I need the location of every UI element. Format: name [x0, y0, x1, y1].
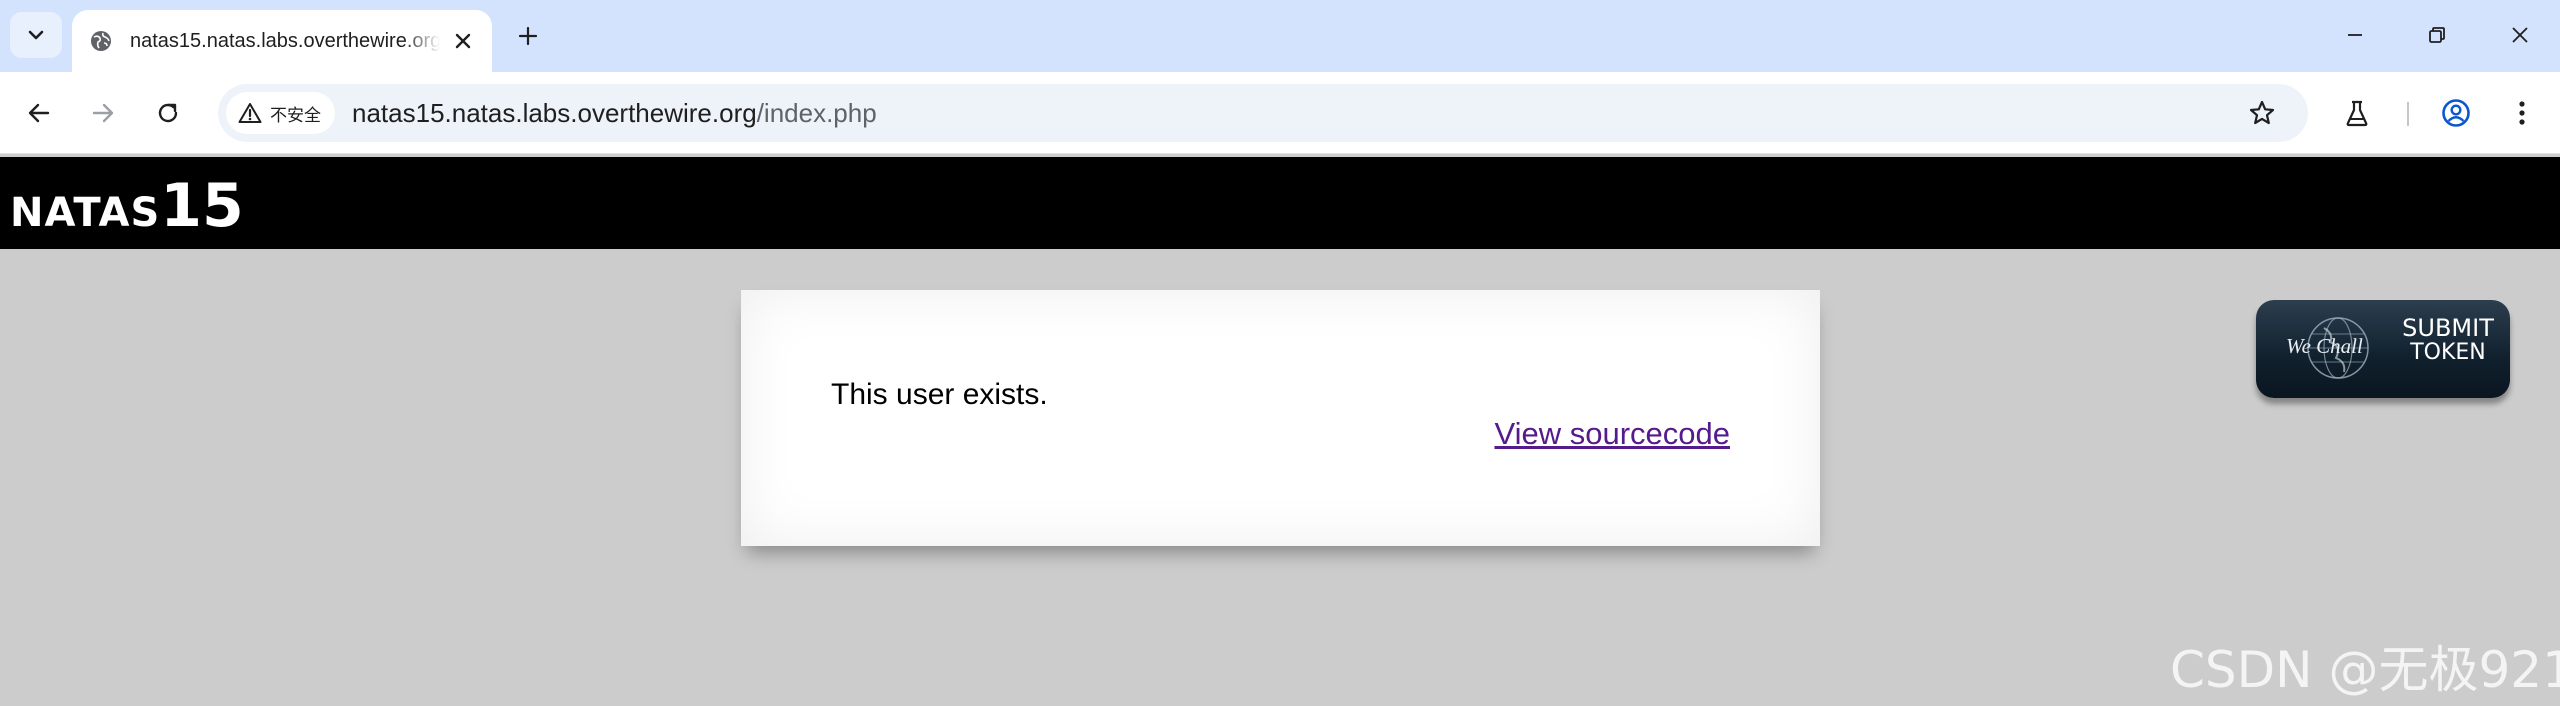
- tab-search-button[interactable]: [10, 12, 62, 58]
- submit-token-label: SUBMIT TOKEN: [2396, 314, 2500, 366]
- plus-icon: [518, 26, 538, 46]
- url-text[interactable]: natas15.natas.labs.overthewire.org/index…: [352, 84, 877, 142]
- profile-icon: [2442, 99, 2470, 127]
- arrow-right-icon: [92, 103, 114, 123]
- tab-strip: natas15.natas.labs.overthewire.org/index…: [0, 0, 2560, 72]
- arrow-left-icon: [28, 103, 50, 123]
- reload-icon: [158, 103, 178, 123]
- content-box: This user exists. View sourcecode: [741, 290, 1820, 546]
- minimize-button[interactable]: [2325, 12, 2385, 58]
- restore-icon: [2429, 27, 2445, 43]
- chevron-down-icon: [28, 30, 44, 40]
- warning-icon: [238, 103, 262, 123]
- watermark: CSDN @无极921: [2170, 641, 2560, 699]
- close-window-button[interactable]: [2490, 12, 2550, 58]
- result-message: This user exists.: [831, 378, 1048, 411]
- globe-icon: [88, 28, 114, 54]
- site-title: NATAS15: [10, 171, 244, 241]
- back-button[interactable]: [17, 91, 61, 135]
- site-header: NATAS15: [0, 157, 2560, 249]
- address-bar[interactable]: 不安全 natas15.natas.labs.overthewire.org/i…: [218, 84, 2308, 142]
- wechall-submit-token-button[interactable]: We Chall SUBMIT TOKEN: [2256, 300, 2510, 398]
- minimize-icon: [2348, 34, 2362, 36]
- close-window-icon: [2512, 27, 2528, 43]
- flask-icon: [2346, 100, 2368, 127]
- kebab-menu-icon: [2519, 101, 2525, 125]
- security-label: 不安全: [270, 105, 321, 125]
- site-title-word: NATAS: [10, 190, 161, 236]
- menu-button[interactable]: [2500, 91, 2544, 135]
- bookmark-button[interactable]: [2242, 93, 2282, 133]
- site-title-level: 15: [160, 171, 244, 241]
- page-viewport: NATAS15 This user exists. View sourcecod…: [0, 155, 2560, 706]
- toolbar-divider: [2407, 102, 2409, 126]
- restore-button[interactable]: [2407, 12, 2467, 58]
- wechall-logo: We Chall: [2286, 334, 2363, 358]
- browser-toolbar: 不安全 natas15.natas.labs.overthewire.org/i…: [0, 72, 2560, 154]
- profile-button[interactable]: [2434, 91, 2478, 135]
- reload-button[interactable]: [146, 91, 190, 135]
- forward-button[interactable]: [81, 91, 125, 135]
- tab-title: natas15.natas.labs.overthewire.org/index…: [130, 29, 440, 52]
- labs-button[interactable]: [2335, 91, 2379, 135]
- view-sourcecode-link[interactable]: View sourcecode: [1494, 416, 1730, 452]
- star-icon: [2249, 100, 2275, 125]
- token-label: TOKEN: [2410, 340, 2486, 366]
- security-chip[interactable]: 不安全: [226, 92, 335, 134]
- new-tab-button[interactable]: [508, 16, 548, 56]
- url-host: natas15.natas.labs.overthewire.org: [352, 98, 757, 128]
- url-path: /index.php: [756, 98, 877, 128]
- submit-label: SUBMIT: [2402, 314, 2494, 342]
- browser-tab[interactable]: natas15.natas.labs.overthewire.org/index…: [72, 10, 492, 72]
- close-icon[interactable]: [448, 26, 478, 56]
